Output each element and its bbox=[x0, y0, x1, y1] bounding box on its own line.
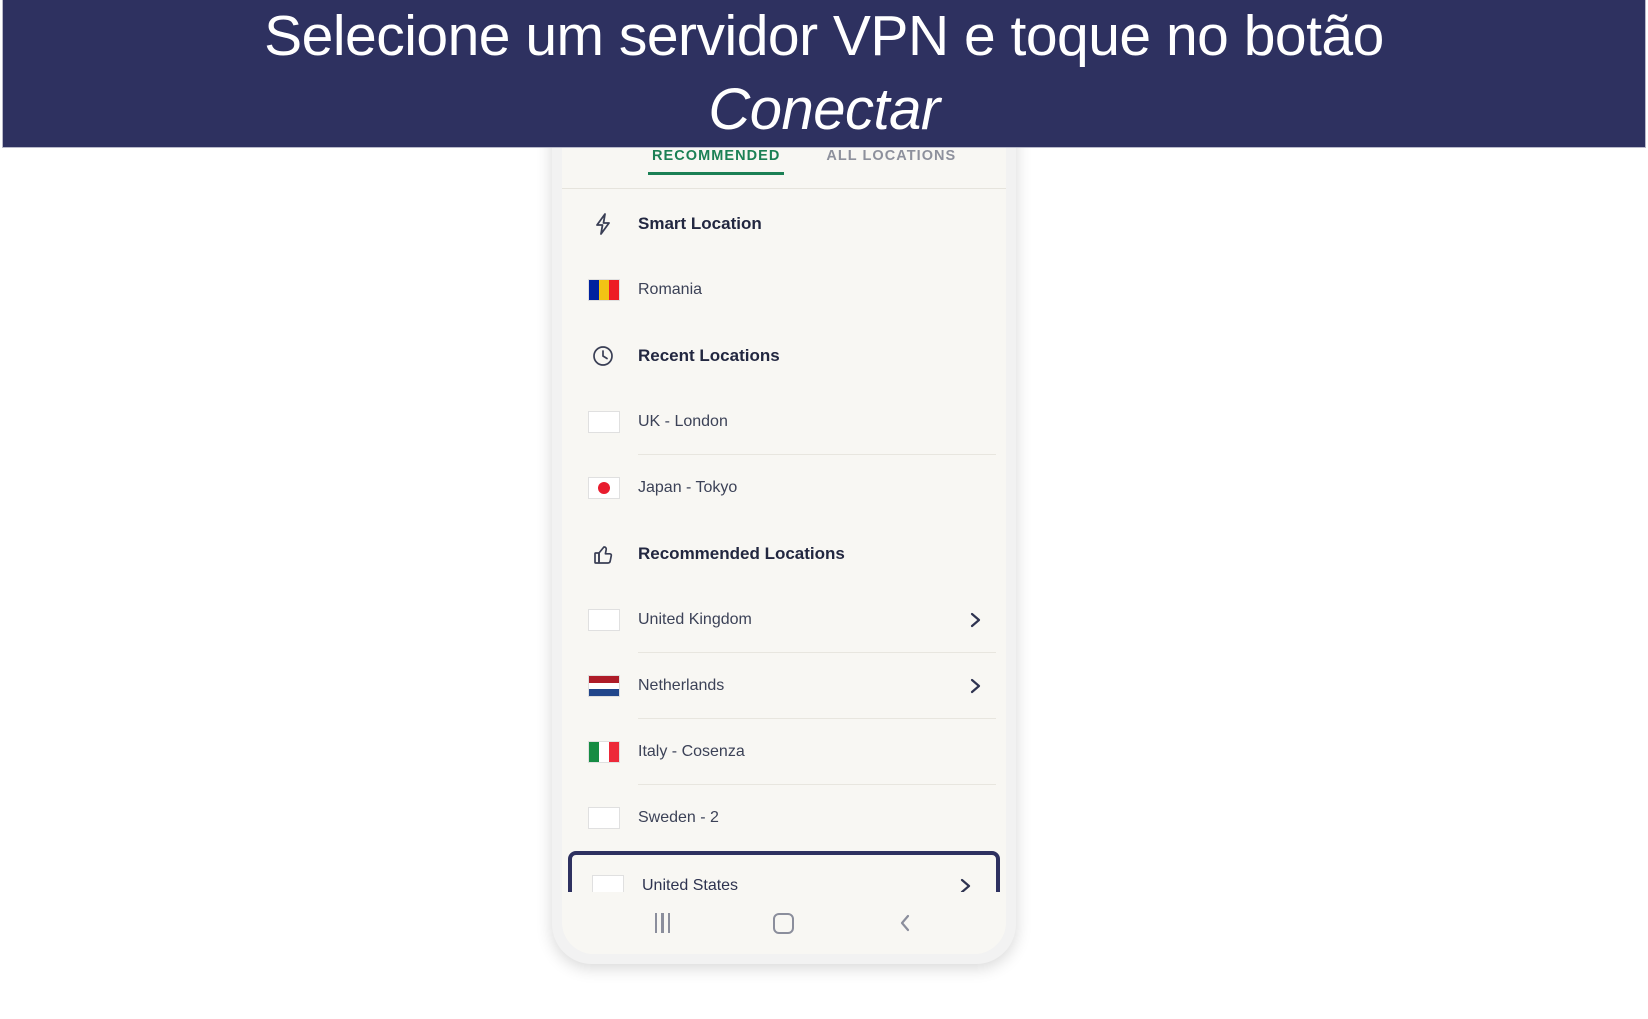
section-header-recommended-locations: Recommended Locations bbox=[562, 521, 1006, 587]
sweden-flag-icon bbox=[588, 807, 620, 829]
tab-all-locations[interactable]: ALL LOCATIONS bbox=[822, 148, 960, 175]
list-item-sweden-2[interactable]: Sweden - 2 bbox=[562, 785, 1006, 851]
italy-flag-icon bbox=[588, 741, 620, 763]
uk-flag-icon bbox=[588, 609, 620, 631]
list-item-label: Sweden - 2 bbox=[638, 809, 719, 826]
list-item-label: UK - London bbox=[638, 413, 728, 430]
netherlands-flag-icon bbox=[588, 675, 620, 697]
romania-flag-icon bbox=[588, 279, 620, 301]
list-item-label: United States bbox=[642, 877, 739, 892]
chevron-right-icon[interactable] bbox=[954, 875, 976, 892]
home-icon[interactable] bbox=[760, 903, 808, 943]
phone-screen: RECOMMENDED ALL LOCATIONS Smart Location… bbox=[562, 96, 1006, 954]
android-nav-bar bbox=[562, 892, 1006, 954]
list-item-japan-tokyo[interactable]: Japan - Tokyo bbox=[562, 455, 1006, 521]
location-list[interactable]: Smart Location Romania Recent Locations bbox=[562, 189, 1006, 892]
banner-line-2: Conectar bbox=[708, 76, 940, 142]
chevron-right-icon[interactable] bbox=[964, 675, 986, 697]
clock-icon bbox=[588, 341, 618, 371]
japan-flag-icon bbox=[588, 477, 620, 499]
phone-device: RECOMMENDED ALL LOCATIONS Smart Location… bbox=[552, 86, 1016, 964]
recents-icon[interactable] bbox=[639, 903, 687, 943]
chevron-right-icon[interactable] bbox=[964, 609, 986, 631]
instruction-banner: Selecione um servidor VPN e toque no bot… bbox=[2, 0, 1646, 148]
list-item-netherlands[interactable]: Netherlands bbox=[562, 653, 1006, 719]
list-item-uk-london[interactable]: UK - London bbox=[562, 389, 1006, 455]
list-item-label: Japan - Tokyo bbox=[638, 479, 738, 496]
list-item-romania[interactable]: Romania bbox=[562, 257, 1006, 323]
section-label: Recommended Locations bbox=[638, 544, 845, 563]
uk-flag-icon bbox=[588, 411, 620, 433]
list-item-italy-cosenza[interactable]: Italy - Cosenza bbox=[562, 719, 1006, 785]
list-item-label: Italy - Cosenza bbox=[638, 743, 745, 760]
section-header-smart-location: Smart Location bbox=[562, 191, 1006, 257]
section-label: Recent Locations bbox=[638, 346, 780, 365]
list-item-label: United Kingdom bbox=[638, 611, 752, 628]
list-item-label: Netherlands bbox=[638, 677, 725, 694]
back-icon[interactable] bbox=[881, 903, 929, 943]
list-item-united-states[interactable]: United States bbox=[568, 851, 1000, 892]
section-header-recent-locations: Recent Locations bbox=[562, 323, 1006, 389]
banner-line-1: Selecione um servidor VPN e toque no bot… bbox=[264, 3, 1384, 68]
section-label: Smart Location bbox=[638, 214, 762, 233]
lightning-bolt-icon bbox=[588, 209, 618, 239]
tab-recommended[interactable]: RECOMMENDED bbox=[648, 148, 785, 175]
list-item-united-kingdom[interactable]: United Kingdom bbox=[562, 587, 1006, 653]
thumbs-up-icon bbox=[588, 539, 618, 569]
list-item-label: Romania bbox=[638, 281, 703, 298]
usa-flag-icon bbox=[592, 875, 624, 892]
